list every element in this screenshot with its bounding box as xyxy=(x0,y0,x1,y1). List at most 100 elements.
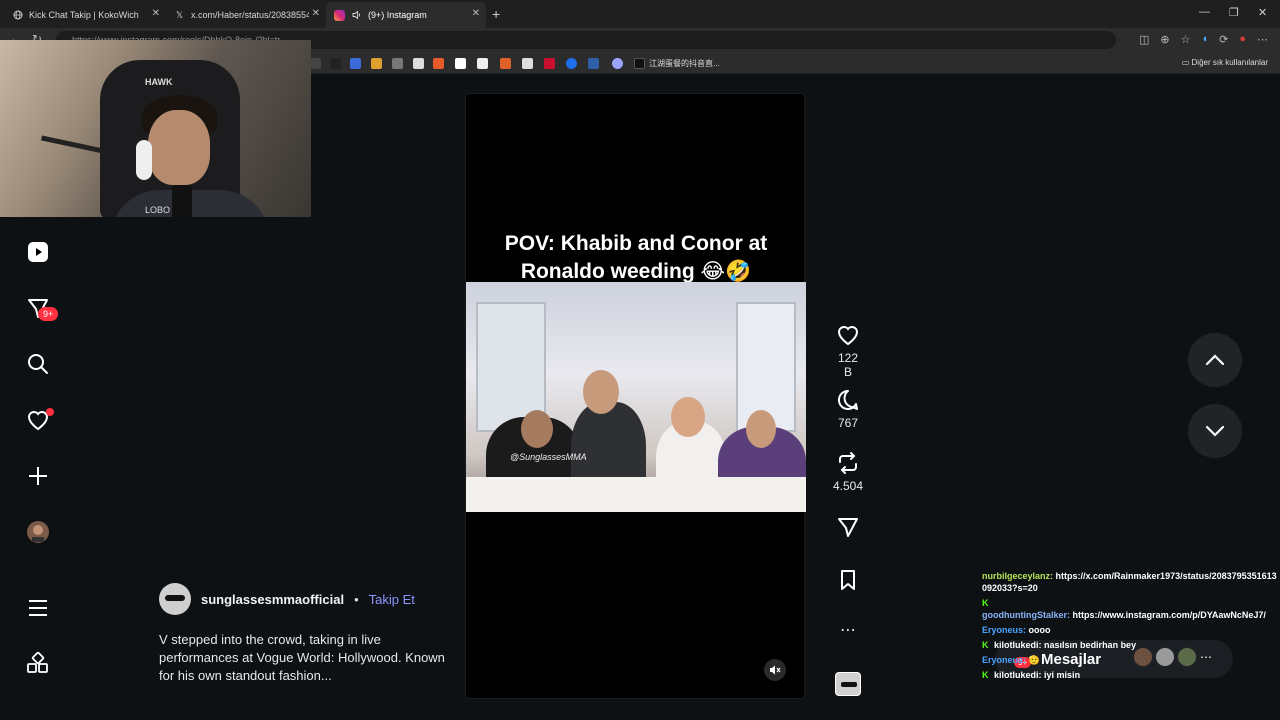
apps-grid-icon[interactable] xyxy=(26,652,50,676)
bookmark-icon[interactable] xyxy=(350,58,361,69)
chat-username: nurbilgeceylanz: xyxy=(982,571,1054,581)
speaker-icon[interactable] xyxy=(351,10,362,21)
shirt-text: LOBO xyxy=(145,205,171,215)
kick-badge-icon: K xyxy=(982,670,989,680)
toolbar-icons: ◫ ⊕ ☆ ◖ ⟳ ● ⋯ xyxy=(1139,33,1268,46)
minimize-icon[interactable]: — xyxy=(1199,6,1210,18)
profile-avatar-icon[interactable] xyxy=(26,520,50,544)
wedding-table xyxy=(466,477,806,512)
tab-x-status[interactable]: 𝕏 x.com/Haber/status/20838554861 ✕ xyxy=(166,2,326,28)
reddit-bookmark-icon[interactable] xyxy=(433,58,444,69)
reel-title-line1: POV: Khabib and Conor at xyxy=(504,232,768,255)
profile-icon[interactable]: ● xyxy=(1239,33,1246,46)
bookmark-icon[interactable] xyxy=(522,58,533,69)
comment-count: 767 xyxy=(837,416,859,430)
reel-video[interactable]: POV: Khabib and Conor at Ronaldo weeding… xyxy=(465,93,806,699)
bookmark-icon[interactable] xyxy=(500,58,511,69)
tab-instagram[interactable]: (9+) Instagram ✕ xyxy=(326,2,486,28)
menu-hamburger-icon[interactable] xyxy=(26,596,50,620)
tab-title: x.com/Haber/status/20838554861 xyxy=(191,10,309,20)
create-plus-icon[interactable] xyxy=(26,464,50,488)
webcam-overlay: HAWK LOBO xyxy=(0,40,311,217)
author-avatar[interactable] xyxy=(159,583,191,615)
split-screen-icon[interactable]: ◫ xyxy=(1139,33,1149,46)
other-bookmarks-label: Diğer sık kullanılanlar xyxy=(1191,58,1268,67)
bookmark-icon[interactable] xyxy=(392,58,403,69)
chevron-up-icon xyxy=(1205,354,1225,366)
save-button[interactable] xyxy=(833,568,863,596)
bookmark-icon[interactable] xyxy=(310,58,321,69)
other-bookmarks[interactable]: ▭ Diğer sık kullanılanlar xyxy=(1182,58,1268,67)
more-options-button[interactable]: ⋯ xyxy=(833,620,863,640)
bookmark-icon[interactable] xyxy=(371,58,382,69)
share-button[interactable] xyxy=(833,515,863,543)
comment-button[interactable]: 767 xyxy=(833,388,863,430)
follow-button[interactable]: Takip Et xyxy=(369,592,415,607)
post-caption[interactable]: V stepped into the crowd, taking in live… xyxy=(159,631,449,685)
bookmark-icon[interactable] xyxy=(588,58,599,69)
chat-username: Eryoneus: xyxy=(982,625,1027,635)
amazon-bookmark-icon[interactable] xyxy=(477,58,488,69)
chat-text: oooo xyxy=(1028,625,1051,635)
messages-badge: 9+ xyxy=(38,307,59,321)
chat-username: Eryoneus: xyxy=(982,655,1027,665)
chat-message: K goodhuntingStalker: https://www.instag… xyxy=(982,597,1277,621)
bookmark-icon[interactable] xyxy=(544,58,555,69)
reel-title: POV: Khabib and Conor at Ronaldo weeding… xyxy=(466,230,806,286)
chat-message: Eryoneus: oooo xyxy=(982,624,1277,636)
separator: • xyxy=(354,591,359,607)
chat-text: 🫡 xyxy=(1028,655,1040,665)
audio-avatar[interactable] xyxy=(835,672,861,696)
search-icon[interactable] xyxy=(26,352,50,376)
read-aloud-icon[interactable]: ◖ xyxy=(1201,33,1208,46)
browser-tab-bar: Kick Chat Takip | KokoWich ✕ 𝕏 x.com/Hab… xyxy=(0,0,1280,28)
comment-icon xyxy=(837,389,858,410)
like-button[interactable]: 122 B xyxy=(833,323,863,379)
page: Kick Chat Takip | KokoWich ✕ 𝕏 x.com/Hab… xyxy=(0,0,1280,720)
video-watermark: @SunglassesMMA xyxy=(510,452,587,462)
restore-icon[interactable]: ❐ xyxy=(1229,6,1239,19)
chat-text: iyi misin xyxy=(1044,670,1081,680)
tiktok-bookmark-icon[interactable] xyxy=(634,58,645,69)
previous-reel-button[interactable] xyxy=(1188,333,1242,387)
favorite-star-icon[interactable]: ☆ xyxy=(1181,33,1191,46)
post-author-row: sunglassesmmaofficial • Takip Et xyxy=(159,583,415,615)
mute-button[interactable] xyxy=(764,659,786,681)
chat-username: goodhuntingStalker: xyxy=(982,610,1070,620)
like-count: 122 B xyxy=(837,351,859,379)
bookmark-icon[interactable] xyxy=(612,58,623,69)
bookmark-icon[interactable] xyxy=(566,58,577,69)
speaker-muted-icon xyxy=(770,665,781,675)
face xyxy=(583,370,619,414)
zoom-icon[interactable]: ⊕ xyxy=(1160,33,1169,46)
chat-message: Eryoneus: 🫡 xyxy=(982,654,1277,666)
bookmark-icon[interactable] xyxy=(413,58,424,69)
chat-message: K kilotlukedi: nasılsın bedirhan bey xyxy=(982,639,1277,651)
headset xyxy=(136,140,152,180)
window-close-icon[interactable]: ✕ xyxy=(1258,6,1267,19)
close-tab-icon[interactable]: ✕ xyxy=(472,8,480,19)
close-tab-icon[interactable]: ✕ xyxy=(152,8,160,19)
reels-icon[interactable] xyxy=(26,240,50,264)
extensions-icon[interactable]: ⟳ xyxy=(1219,33,1228,46)
heart-icon xyxy=(837,326,859,346)
chat-username: kilotlukedi: xyxy=(994,670,1042,680)
tab-kick-chat[interactable]: Kick Chat Takip | KokoWich ✕ xyxy=(4,2,166,28)
tab-title: Kick Chat Takip | KokoWich xyxy=(29,10,139,20)
globe-icon xyxy=(12,10,23,21)
chat-message: K kilotlukedi: iyi misin xyxy=(982,669,1277,681)
microphone xyxy=(172,185,192,217)
repost-button[interactable]: 4.504 xyxy=(833,451,863,493)
tab-title: (9+) Instagram xyxy=(368,10,427,20)
x-bookmark-icon[interactable] xyxy=(330,58,341,69)
author-name[interactable]: sunglassesmmaofficial xyxy=(201,592,344,607)
notification-dot xyxy=(46,408,54,416)
new-tab-icon[interactable]: + xyxy=(492,6,500,22)
kick-badge-icon: K xyxy=(982,640,989,650)
close-tab-icon[interactable]: ✕ xyxy=(312,8,320,19)
more-menu-icon[interactable]: ⋯ xyxy=(1257,33,1268,46)
bookmark-label[interactable]: 江湖蛋餐的抖音直... xyxy=(649,58,720,69)
share-icon xyxy=(838,518,858,537)
patreon-bookmark-icon[interactable] xyxy=(455,58,466,69)
next-reel-button[interactable] xyxy=(1188,404,1242,458)
